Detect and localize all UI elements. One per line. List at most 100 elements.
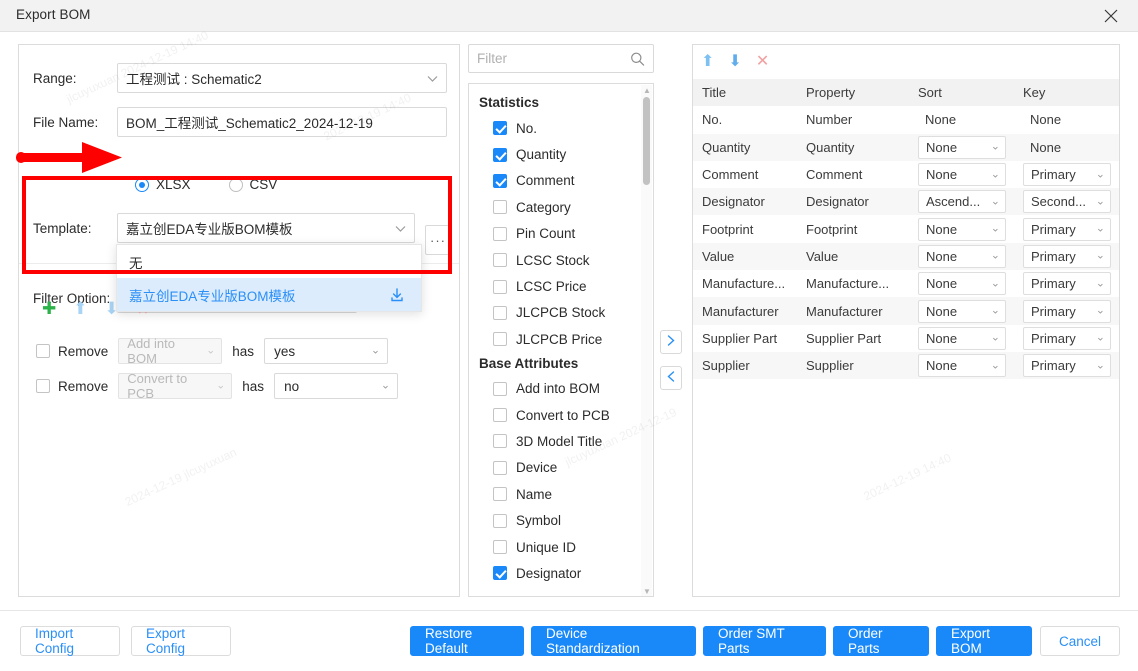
move-up-icon[interactable]: ⬆ (701, 54, 714, 70)
restore-default-button[interactable]: Restore Default (410, 626, 524, 656)
key-select[interactable]: Primary ⌄ (1023, 326, 1111, 350)
radio-xlsx[interactable]: XLSX (135, 177, 191, 192)
sort-select[interactable]: None ⌄ (918, 272, 1006, 296)
export-bom-button[interactable]: Export BOM (936, 626, 1032, 656)
attribute-item[interactable]: Unique ID (469, 534, 653, 560)
attribute-checkbox[interactable] (493, 540, 507, 555)
attribute-item[interactable]: LCSC Stock (469, 247, 653, 273)
key-select[interactable]: Primary ⌄ (1023, 272, 1111, 296)
import-config-button[interactable]: Import Config (20, 626, 120, 656)
attribute-checkbox[interactable] (493, 279, 507, 294)
table-row[interactable]: Footprint Footprint None ⌄ Primary ⌄ (693, 215, 1119, 243)
attribute-item[interactable]: No. (469, 115, 653, 141)
key-select[interactable]: Primary ⌄ (1023, 354, 1111, 378)
filter-rule-checkbox[interactable] (36, 379, 50, 393)
add-column-button[interactable] (660, 330, 682, 354)
table-row[interactable]: No. Number None None (693, 106, 1119, 134)
order-parts-button[interactable]: Order Parts (833, 626, 929, 656)
sort-select[interactable]: None ⌄ (918, 217, 1006, 241)
attribute-checkbox[interactable] (493, 147, 507, 162)
table-row[interactable]: Designator Designator Ascend... ⌄ Second... ⌄ (693, 188, 1119, 216)
attribute-list-scrollbar[interactable]: ▲ ▼ (641, 85, 652, 596)
radio-csv[interactable]: CSV (228, 177, 277, 192)
sort-select[interactable]: Ascend... ⌄ (918, 190, 1006, 214)
filter-rule-value-select[interactable]: yes ⌄ (264, 338, 389, 364)
table-row[interactable]: Value Value None ⌄ Primary ⌄ (693, 242, 1119, 271)
attribute-item[interactable]: 3D Model Title (469, 428, 653, 454)
table-row[interactable]: Manufacturer Manufacturer None ⌄ Primary ⌄ (693, 297, 1119, 325)
attribute-item[interactable]: Name (469, 481, 653, 507)
attribute-group-title: Statistics (479, 95, 540, 110)
sort-select[interactable]: None ⌄ (918, 354, 1006, 378)
key-select[interactable]: Primary ⌄ (1023, 163, 1111, 187)
attribute-checkbox[interactable] (493, 566, 507, 581)
attribute-item[interactable]: Symbol (469, 507, 653, 533)
filter-rule-attribute-select[interactable]: Convert to PCB ⌄ (118, 371, 233, 401)
key-select[interactable]: Primary ⌄ (1023, 299, 1111, 323)
attribute-checkbox[interactable] (493, 253, 507, 268)
attribute-list[interactable]: Statistics No. Quantity Comment Category Pin … (468, 83, 654, 597)
attribute-filter-input[interactable]: Filter (468, 44, 654, 73)
attribute-item[interactable]: Device (469, 455, 653, 481)
filter-rule-checkbox[interactable] (36, 344, 50, 358)
sort-select[interactable]: None ⌄ (918, 326, 1006, 350)
attribute-item[interactable]: Convert to PCB (469, 402, 653, 428)
table-row[interactable]: Comment Comment None ⌄ Primary ⌄ (693, 160, 1119, 189)
table-row[interactable]: Supplier Part Supplier Part None ⌄ Primary ⌄ (693, 324, 1119, 352)
table-row[interactable]: Quantity Quantity None ⌄ None (693, 133, 1119, 161)
attribute-checkbox[interactable] (493, 200, 507, 215)
key-select[interactable]: Second... ⌄ (1023, 190, 1111, 214)
attribute-item[interactable]: Comment (469, 168, 653, 194)
attribute-checkbox[interactable] (493, 487, 507, 502)
add-filter-icon[interactable]: ✚ (42, 300, 56, 317)
close-icon[interactable] (1090, 0, 1132, 31)
attribute-item[interactable]: JLCPCB Price (469, 326, 653, 352)
attribute-checkbox[interactable] (493, 513, 507, 528)
scroll-down-icon[interactable]: ▼ (643, 588, 651, 596)
dropdown-item-jlceda-template[interactable]: 嘉立创EDA专业版BOM模板 (117, 278, 421, 311)
template-select[interactable]: 嘉立创EDA专业版BOM模板 (117, 213, 415, 243)
sort-select[interactable]: None ⌄ (918, 163, 1006, 187)
cancel-button[interactable]: Cancel (1040, 626, 1120, 656)
attribute-item[interactable]: JLCPCB Stock (469, 300, 653, 326)
attribute-item[interactable]: Pin Count (469, 221, 653, 247)
table-row[interactable]: Supplier Supplier None ⌄ Primary ⌄ (693, 351, 1119, 380)
attribute-checkbox[interactable] (493, 332, 507, 347)
range-select[interactable]: 工程测试 : Schematic2 (117, 63, 447, 93)
export-config-button[interactable]: Export Config (131, 626, 231, 656)
move-up-icon[interactable]: ⬆ (73, 300, 87, 317)
attribute-item[interactable]: Quantity (469, 141, 653, 167)
key-select[interactable]: Primary ⌄ (1023, 217, 1111, 241)
order-smt-parts-button[interactable]: Order SMT Parts (703, 626, 826, 656)
attribute-checkbox[interactable] (493, 173, 507, 188)
device-standardization-button[interactable]: Device Standardization (531, 626, 696, 656)
filter-rule-value-select[interactable]: no ⌄ (274, 373, 399, 399)
remove-column-button[interactable] (660, 366, 682, 390)
sort-select[interactable]: None ⌄ (918, 135, 1006, 159)
filename-input[interactable]: BOM_工程测试_Schematic2_2024-12-19 (117, 107, 447, 137)
template-more-button[interactable]: ··· (425, 225, 451, 255)
download-icon[interactable] (389, 287, 405, 303)
attribute-checkbox[interactable] (493, 434, 507, 449)
attribute-checkbox[interactable] (493, 381, 507, 396)
attribute-checkbox[interactable] (493, 121, 507, 136)
attribute-checkbox[interactable] (493, 226, 507, 241)
dropdown-item-none[interactable]: 无 (117, 245, 421, 278)
sort-select[interactable]: None ⌄ (918, 299, 1006, 323)
table-row[interactable]: Manufacture... Manufacture... None ⌄ Primary… (693, 270, 1119, 298)
attribute-checkbox[interactable] (493, 460, 507, 475)
key-select[interactable]: Primary ⌄ (1023, 244, 1111, 268)
scroll-up-icon[interactable]: ▲ (643, 87, 651, 95)
attribute-item[interactable]: Add into BOM (469, 376, 653, 402)
attribute-checkbox[interactable] (493, 305, 507, 320)
chevron-down-icon: ⌄ (990, 331, 1000, 344)
scrollbar-thumb[interactable] (643, 97, 650, 185)
delete-icon[interactable]: ✕ (756, 54, 769, 70)
attribute-checkbox[interactable] (493, 408, 507, 423)
sort-select[interactable]: None ⌄ (918, 244, 1006, 268)
move-down-icon[interactable]: ⬇ (728, 54, 741, 70)
attribute-item[interactable]: Category (469, 194, 653, 220)
attribute-item[interactable]: LCSC Price (469, 273, 653, 299)
attribute-item[interactable]: Designator (469, 560, 653, 586)
filter-rule-attribute-select[interactable]: Add into BOM ⌄ (118, 336, 223, 366)
